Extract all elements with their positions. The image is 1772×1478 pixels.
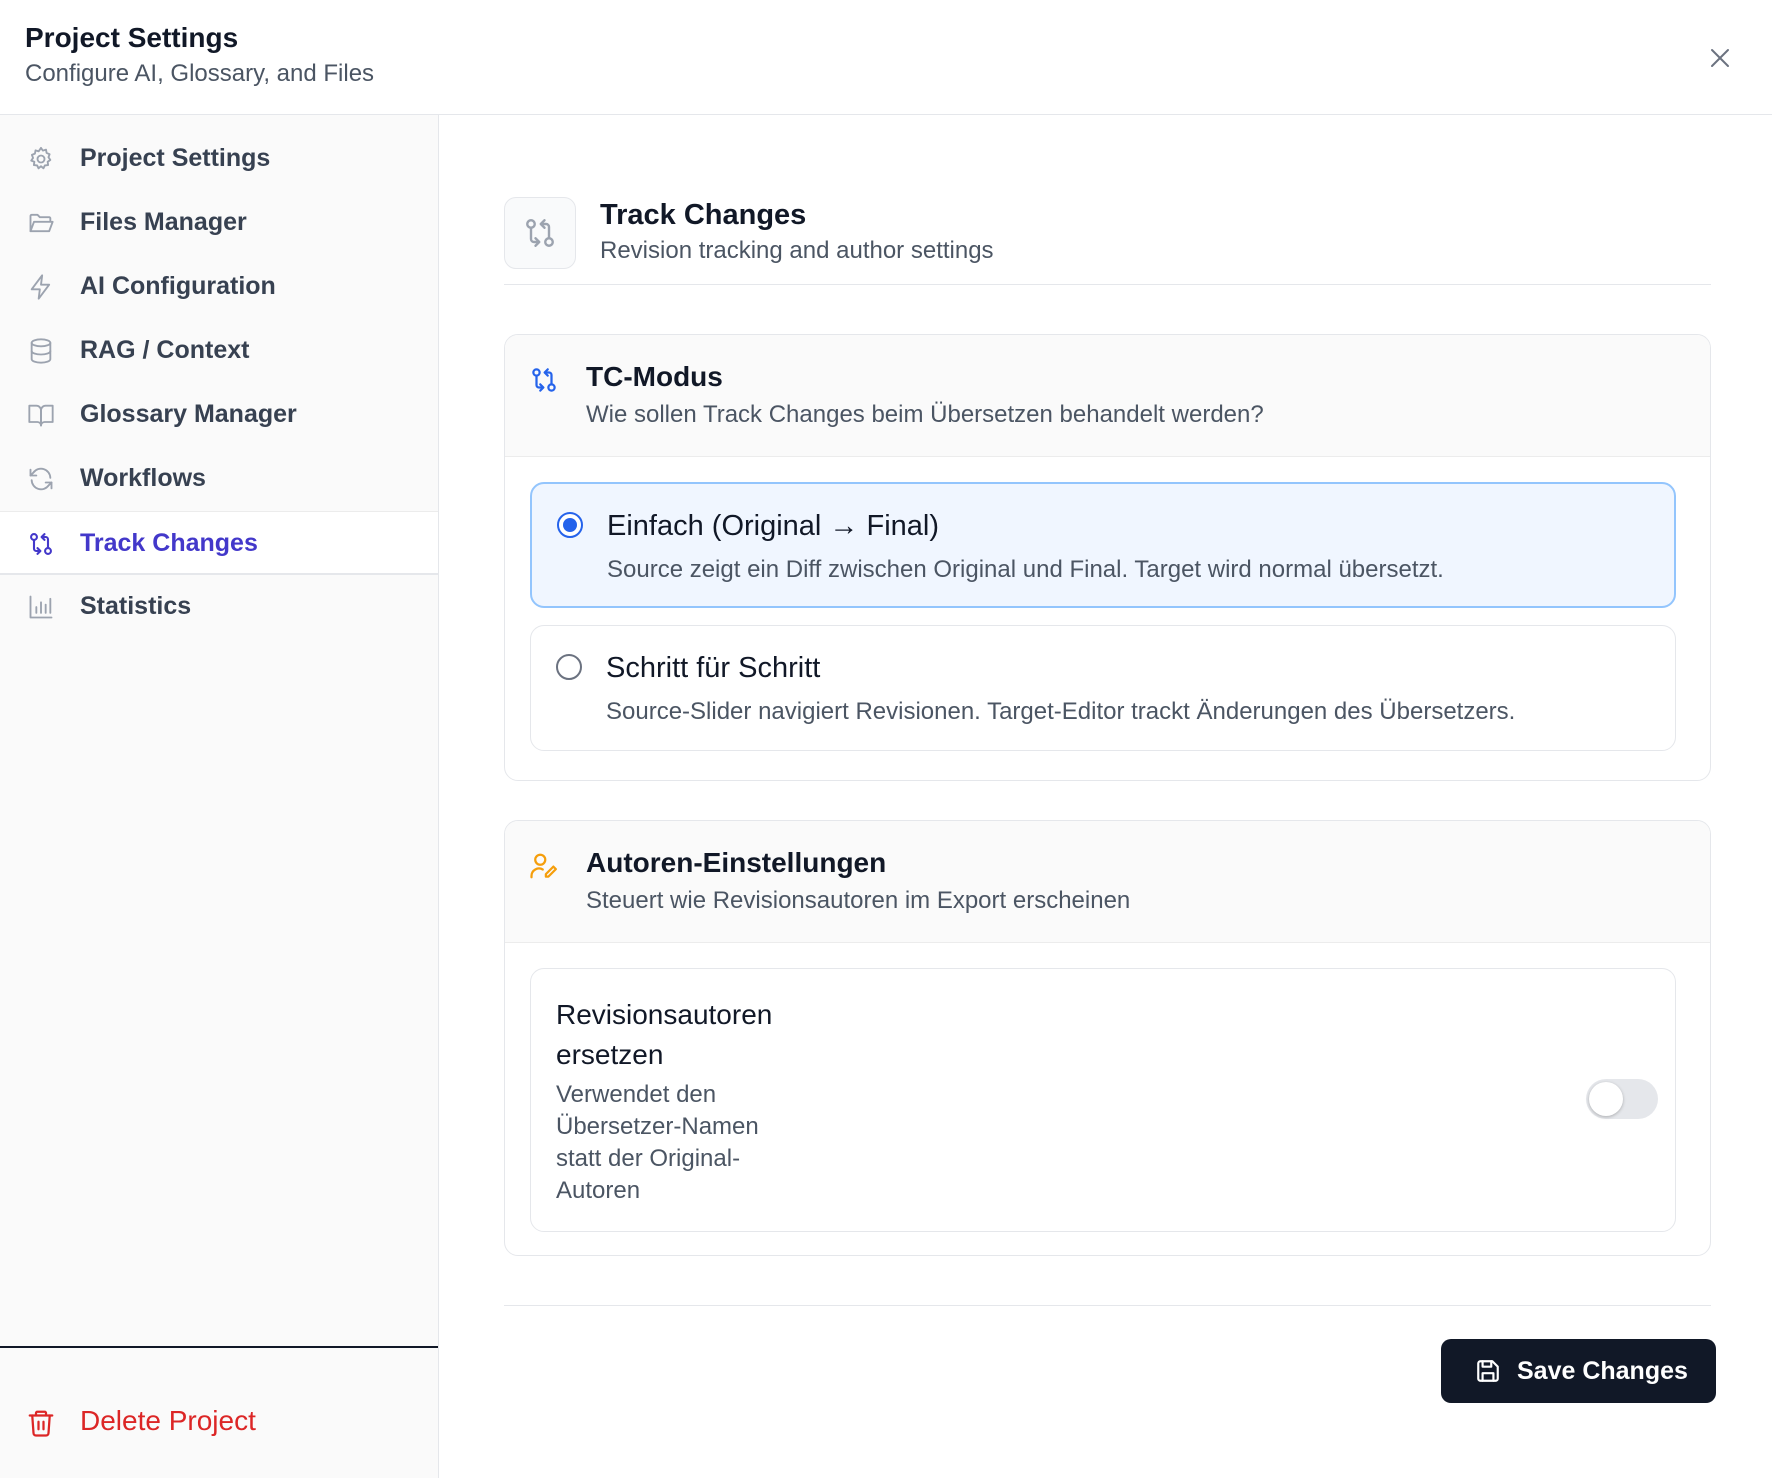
option-description: Source zeigt ein Diff zwischen Original … xyxy=(607,556,1444,583)
tc-mode-option-simple[interactable]: Einfach (Original → Final) Source zeigt … xyxy=(530,482,1676,608)
main-panel: Track Changes Revision tracking and auth… xyxy=(439,115,1772,1478)
dialog-header: Project Settings Configure AI, Glossary,… xyxy=(0,0,1772,115)
close-icon xyxy=(1711,49,1729,67)
sidebar-item-glossary-manager[interactable]: Glossary Manager xyxy=(0,383,438,447)
git-compare-icon xyxy=(526,219,554,247)
setting-title: Revisionsautoren ersetzen xyxy=(556,999,773,1070)
save-changes-button[interactable]: Save Changes xyxy=(1441,1339,1716,1403)
sidebar-item-statistics[interactable]: Statistics xyxy=(0,575,438,639)
delete-project-button[interactable]: Delete Project xyxy=(0,1389,438,1461)
authors-title: Autoren-Einstellungen xyxy=(586,847,887,878)
toggle-knob xyxy=(1589,1082,1623,1116)
lightning-icon xyxy=(30,274,51,300)
section-header: Track Changes Revision tracking and auth… xyxy=(504,197,1704,277)
sidebar-item-label: Project Settings xyxy=(80,144,271,172)
section-title: Track Changes xyxy=(600,199,807,231)
book-open-icon xyxy=(28,404,54,427)
sidebar-item-label: AI Configuration xyxy=(80,272,276,300)
tc-mode-card-header: TC-Modus Wie sollen Track Changes beim Ü… xyxy=(505,335,1710,457)
tc-mode-card: TC-Modus Wie sollen Track Changes beim Ü… xyxy=(504,334,1711,781)
gear-icon xyxy=(30,146,52,170)
git-compare-icon xyxy=(30,533,52,555)
setting-description: Verwendet den Übersetzer-Namen statt der… xyxy=(556,1081,759,1204)
trash-icon xyxy=(28,1410,54,1437)
sidebar-item-track-changes[interactable]: Track Changes xyxy=(0,511,438,575)
sidebar-item-label: Track Changes xyxy=(80,529,258,557)
folder-open-icon xyxy=(29,213,54,233)
authors-subtitle: Steuert wie Revisionsautoren im Export e… xyxy=(586,887,1131,914)
sidebar-item-workflows[interactable]: Workflows xyxy=(0,447,438,511)
section-subtitle: Revision tracking and author settings xyxy=(600,237,994,264)
database-icon xyxy=(30,338,52,364)
sidebar-item-label: Workflows xyxy=(80,464,206,492)
replace-authors-setting: Revisionsautoren ersetzen Verwendet den … xyxy=(530,968,1676,1232)
delete-project-label: Delete Project xyxy=(80,1405,256,1436)
radio-button-simple[interactable] xyxy=(557,512,583,538)
option-title: Einfach (Original → Final) xyxy=(607,510,939,542)
sidebar-item-files-manager[interactable]: Files Manager xyxy=(0,191,438,255)
sidebar-item-label: Glossary Manager xyxy=(80,400,297,428)
save-changes-label: Save Changes xyxy=(1517,1357,1688,1385)
tc-mode-option-step-by-step[interactable]: Schritt für Schritt Source-Slider navigi… xyxy=(530,625,1676,751)
refresh-icon xyxy=(29,467,53,491)
close-button[interactable] xyxy=(1700,38,1740,78)
dialog-title: Project Settings xyxy=(25,22,239,53)
section-icon-box xyxy=(504,197,576,269)
section-divider xyxy=(504,284,1711,285)
git-compare-icon xyxy=(532,368,556,392)
option-title: Schritt für Schritt xyxy=(606,652,821,684)
footer-divider xyxy=(504,1305,1711,1306)
authors-card: Autoren-Einstellungen Steuert wie Revisi… xyxy=(504,820,1711,1256)
tc-mode-subtitle: Wie sollen Track Changes beim Übersetzen… xyxy=(586,401,1264,428)
tc-mode-title: TC-Modus xyxy=(586,361,723,392)
radio-button-step-by-step[interactable] xyxy=(556,654,582,680)
sidebar: Project Settings Files Manager AI Config… xyxy=(0,115,439,1478)
sidebar-item-label: Files Manager xyxy=(80,208,247,236)
replace-authors-toggle[interactable] xyxy=(1586,1079,1658,1119)
option-description: Source-Slider navigiert Revisionen. Targ… xyxy=(606,698,1516,725)
sidebar-item-label: Statistics xyxy=(80,592,192,620)
user-edit-icon xyxy=(530,853,557,879)
authors-card-header: Autoren-Einstellungen Steuert wie Revisi… xyxy=(505,821,1710,943)
dialog-subtitle: Configure AI, Glossary, and Files xyxy=(25,60,375,87)
sidebar-item-rag-context[interactable]: RAG / Context xyxy=(0,319,438,383)
sidebar-item-project-settings[interactable]: Project Settings xyxy=(0,127,438,191)
sidebar-divider xyxy=(0,1346,438,1348)
sidebar-item-ai-configuration[interactable]: AI Configuration xyxy=(0,255,438,319)
save-icon xyxy=(1477,1360,1499,1382)
bar-chart-icon xyxy=(29,595,53,619)
sidebar-item-label: RAG / Context xyxy=(80,336,250,364)
